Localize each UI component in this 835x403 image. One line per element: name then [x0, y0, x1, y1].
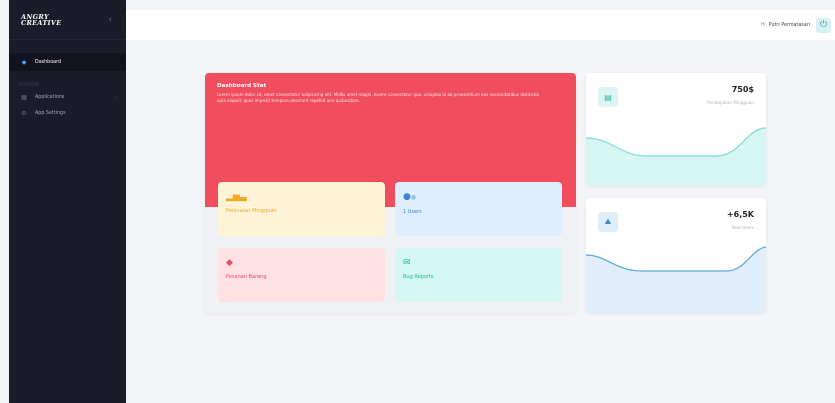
sidebar-item-applications[interactable]: ▦ Applications ›: [9, 89, 126, 105]
chevron-right-icon: ›: [114, 94, 116, 100]
gear-icon: ⚙: [21, 109, 27, 117]
sidebar-item-app-settings[interactable]: ⚙ App Settings: [9, 105, 126, 121]
sidebar-item-label: Dashboard: [35, 59, 62, 65]
mail-icon: ✉: [403, 258, 411, 268]
diamond-icon: ◆: [21, 58, 27, 66]
stat-card-weekly-income: ▤ 750$ Pendapatan Mingguan: [586, 73, 766, 186]
wallet-icon: ▤: [598, 87, 618, 107]
wave-fill: [586, 247, 766, 313]
stat-card-new-users: ⛰ +6,5K New Users: [586, 198, 766, 313]
tile-penjualan-mingguan[interactable]: ▂▅▃ Penjualan Mingguan: [218, 182, 385, 236]
bar-chart-icon: ▂▅▃: [226, 192, 247, 202]
top-bar: Hi, Putri Permatasari ⏻: [126, 10, 835, 40]
sidebar-item-label: App Settings: [35, 110, 66, 116]
wave-chart: [586, 246, 766, 313]
stat-value: +6,5K: [726, 210, 754, 219]
dashboard-description: Lorem ipsum dolor sit, amet consectetur …: [217, 92, 540, 103]
sidebar-header: ANGRY CREATIVE ‹: [9, 0, 126, 40]
tile-bug-reports[interactable]: ✉ Bug Reports: [395, 248, 562, 302]
dashboard-stat-card: Dashboard Stat Lorem ipsum dolor sit, am…: [205, 73, 576, 313]
sidebar-section-label: CUSTOM: [19, 82, 39, 87]
stat-label: Pendapatan Mingguan: [707, 100, 754, 105]
user-greeting[interactable]: Hi, Putri Permatasari: [761, 23, 810, 28]
users-icon: ⛰: [598, 212, 618, 232]
dashboard-title: Dashboard Stat: [217, 83, 267, 89]
wave-chart: [586, 127, 766, 186]
tile-users[interactable]: ●● 1 Users: [395, 182, 562, 236]
stat-value: 750$: [731, 85, 754, 94]
stat-label: New Users: [731, 225, 754, 230]
grid-icon: ▦: [21, 93, 27, 101]
sidebar: ANGRY CREATIVE ‹ ◆ Dashboard CUSTOM ▦ Ap…: [9, 0, 126, 403]
sidebar-collapse-icon[interactable]: ‹: [108, 15, 112, 25]
brand-logo[interactable]: ANGRY CREATIVE: [21, 13, 62, 26]
sidebar-item-dashboard[interactable]: ◆ Dashboard: [9, 53, 126, 71]
sidebar-item-label: Applications: [35, 94, 65, 100]
box-icon: ◆: [226, 258, 233, 268]
power-icon[interactable]: ⏻: [816, 17, 831, 33]
wave-fill: [586, 128, 766, 186]
users-icon: ●●: [403, 192, 417, 202]
tile-pesanan-barang[interactable]: ◆ Pesanan Barang: [218, 248, 385, 302]
